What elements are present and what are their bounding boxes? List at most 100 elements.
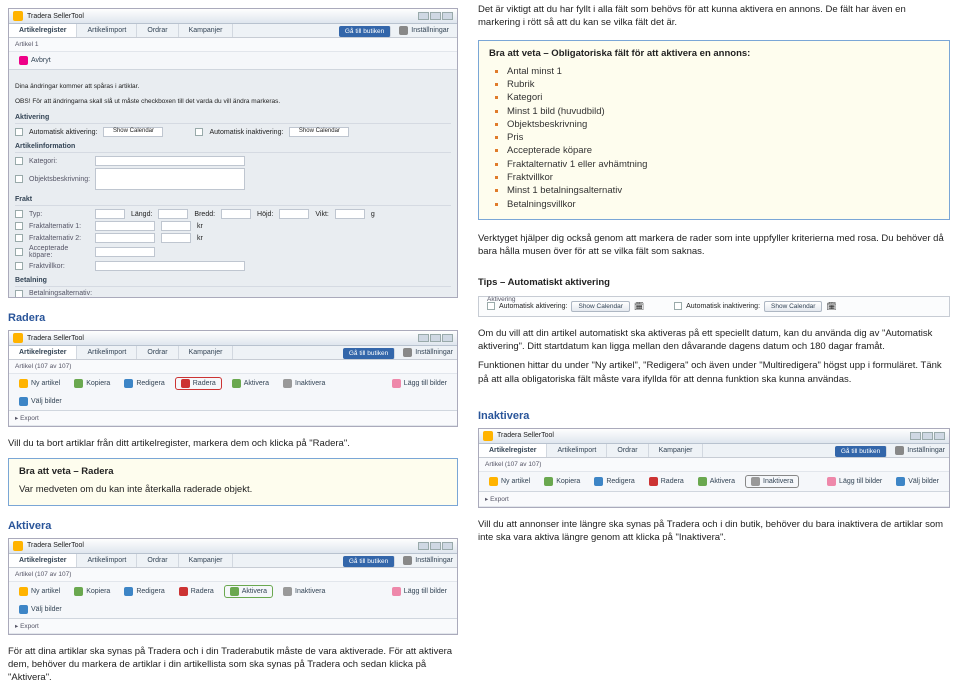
screenshot-radera: Tradera SellerTool Artikelregister Artik… — [8, 330, 458, 427]
input-langd[interactable] — [158, 209, 188, 219]
settings-link[interactable]: Inställningar — [891, 444, 949, 457]
input-bredd[interactable] — [221, 209, 251, 219]
go-to-shop-button[interactable]: Gå till butiken — [343, 556, 395, 567]
label-fraktvillkor: Fraktvillkor: — [29, 263, 89, 270]
tab-artikelregister[interactable]: Artikelregister — [9, 24, 77, 37]
tab-ordrar[interactable]: Ordrar — [137, 554, 178, 567]
select-images-button[interactable]: Välj bilder — [892, 476, 943, 487]
tab-ordrar[interactable]: Ordrar — [137, 24, 178, 37]
callout-required-title: Bra att veta – Obligatoriska fält för at… — [489, 48, 939, 59]
deactivate-button[interactable]: Inaktivera — [279, 586, 329, 597]
tab-kampanjer[interactable]: Kampanjer — [179, 346, 234, 359]
checkbox[interactable] — [195, 128, 203, 136]
tab-artikelregister[interactable]: Artikelregister — [9, 346, 77, 359]
section-aktivera-title: Aktivera — [8, 520, 458, 532]
checkbox[interactable] — [15, 128, 23, 136]
callout-required-fields: Bra att veta – Obligatoriska fält för at… — [478, 40, 950, 220]
export-link[interactable]: ▸ Export — [479, 492, 949, 507]
deactivate-button[interactable]: Inaktivera — [745, 475, 799, 488]
checkbox-auto-deactivate[interactable] — [674, 302, 682, 310]
checkbox[interactable] — [15, 248, 23, 256]
back-button[interactable]: Avbryt — [15, 55, 55, 66]
delete-button[interactable]: Radera — [175, 377, 222, 390]
editor-toolbar: Avbryt — [9, 52, 457, 70]
tab-kampanjer[interactable]: Kampanjer — [649, 444, 704, 457]
checkbox[interactable] — [15, 157, 23, 165]
checkbox[interactable] — [15, 262, 23, 270]
input-hojd[interactable] — [279, 209, 309, 219]
tab-artikelregister[interactable]: Artikelregister — [9, 554, 77, 567]
screenshot-aktivera: Tradera SellerTool Artikelregister Artik… — [8, 538, 458, 635]
copy-button[interactable]: Kopiera — [540, 476, 584, 487]
input-vikt[interactable] — [335, 209, 365, 219]
activate-button[interactable]: Aktivera — [694, 476, 739, 487]
input-kategori[interactable] — [95, 156, 245, 166]
auto-deactivate-btn[interactable]: Show Calendar — [289, 127, 349, 137]
tab-ordrar[interactable]: Ordrar — [137, 346, 178, 359]
select-images-button[interactable]: Välj bilder — [15, 396, 66, 407]
screenshot-activation-strip: Aktivering Automatisk aktivering: Show C… — [478, 296, 950, 317]
input-fraktvillkor[interactable] — [95, 261, 245, 271]
input-alt1[interactable] — [95, 221, 155, 231]
edit-button[interactable]: Redigera — [590, 476, 638, 487]
checkbox[interactable] — [15, 210, 23, 218]
go-to-shop-button[interactable]: Gå till butiken — [835, 446, 887, 457]
input-typ[interactable] — [95, 209, 125, 219]
add-images-button[interactable]: Lägg till bilder — [823, 476, 886, 487]
new-article-button[interactable]: Ny artikel — [15, 586, 64, 597]
input-beskrivning[interactable] — [95, 168, 245, 190]
tab-kampanjer[interactable]: Kampanjer — [179, 24, 234, 37]
checkbox[interactable] — [15, 175, 23, 183]
add-images-button[interactable]: Lägg till bilder — [388, 586, 451, 597]
link-icon — [19, 605, 28, 614]
list-item: Minst 1 betalningsalternativ — [507, 184, 939, 197]
input-kopare[interactable] — [95, 247, 155, 257]
new-article-button[interactable]: Ny artikel — [15, 378, 64, 389]
copy-button[interactable]: Kopiera — [70, 378, 114, 389]
settings-link[interactable]: Inställningar — [399, 346, 457, 359]
show-calendar-button[interactable]: Show Calendar — [764, 301, 822, 312]
export-link[interactable]: ▸ Export — [9, 411, 457, 426]
add-images-button[interactable]: Lägg till bilder — [388, 378, 451, 389]
window-max-icon — [430, 12, 441, 20]
app-logo — [483, 431, 493, 441]
tab-ordrar[interactable]: Ordrar — [607, 444, 648, 457]
delete-button[interactable]: Radera — [175, 586, 218, 597]
link-icon — [19, 397, 28, 406]
settings-link[interactable]: Inställningar — [395, 24, 453, 37]
auto-activate-btn[interactable]: Show Calendar — [103, 127, 163, 137]
settings-link[interactable]: Inställningar — [399, 554, 457, 567]
app-logo — [13, 333, 23, 343]
section-aktivering: Aktivering — [15, 112, 451, 124]
checkbox[interactable] — [15, 222, 23, 230]
tab-kampanjer[interactable]: Kampanjer — [179, 554, 234, 567]
edit-button[interactable]: Redigera — [120, 378, 168, 389]
export-link[interactable]: ▸ Export — [9, 619, 457, 634]
show-calendar-button[interactable]: Show Calendar — [571, 301, 629, 312]
tab-artikelimport[interactable]: Artikelimport — [547, 444, 607, 457]
deactivate-button[interactable]: Inaktivera — [279, 378, 329, 389]
tab-artikelimport[interactable]: Artikelimport — [77, 554, 137, 567]
input-alt2[interactable] — [95, 233, 155, 243]
select-images-button[interactable]: Välj bilder — [15, 604, 66, 615]
activate-button[interactable]: Aktivera — [224, 585, 273, 598]
label-alt2: Fraktalternativ 2: — [29, 235, 89, 242]
input-alt1-price[interactable] — [161, 221, 191, 231]
article-count: Artikel (107 av 107) — [9, 360, 457, 374]
tab-artikelregister[interactable]: Artikelregister — [479, 444, 547, 457]
new-article-button[interactable]: Ny artikel — [485, 476, 534, 487]
intro-paragraph: Det är viktigt att du har fyllt i alla f… — [478, 4, 950, 30]
checkbox[interactable] — [15, 234, 23, 242]
input-alt2-price[interactable] — [161, 233, 191, 243]
copy-button[interactable]: Kopiera — [70, 586, 114, 597]
go-to-shop-button[interactable]: Gå till butiken — [343, 348, 395, 359]
checkbox[interactable] — [15, 290, 23, 298]
window-close-icon — [442, 542, 453, 550]
edit-button[interactable]: Redigera — [120, 586, 168, 597]
delete-button[interactable]: Radera — [645, 476, 688, 487]
tab-artikelimport[interactable]: Artikelimport — [77, 346, 137, 359]
checkbox-auto-activate[interactable] — [487, 302, 495, 310]
go-to-shop-button[interactable]: Gå till butiken — [339, 26, 391, 37]
tab-artikelimport[interactable]: Artikelimport — [77, 24, 137, 37]
activate-button[interactable]: Aktivera — [228, 378, 273, 389]
